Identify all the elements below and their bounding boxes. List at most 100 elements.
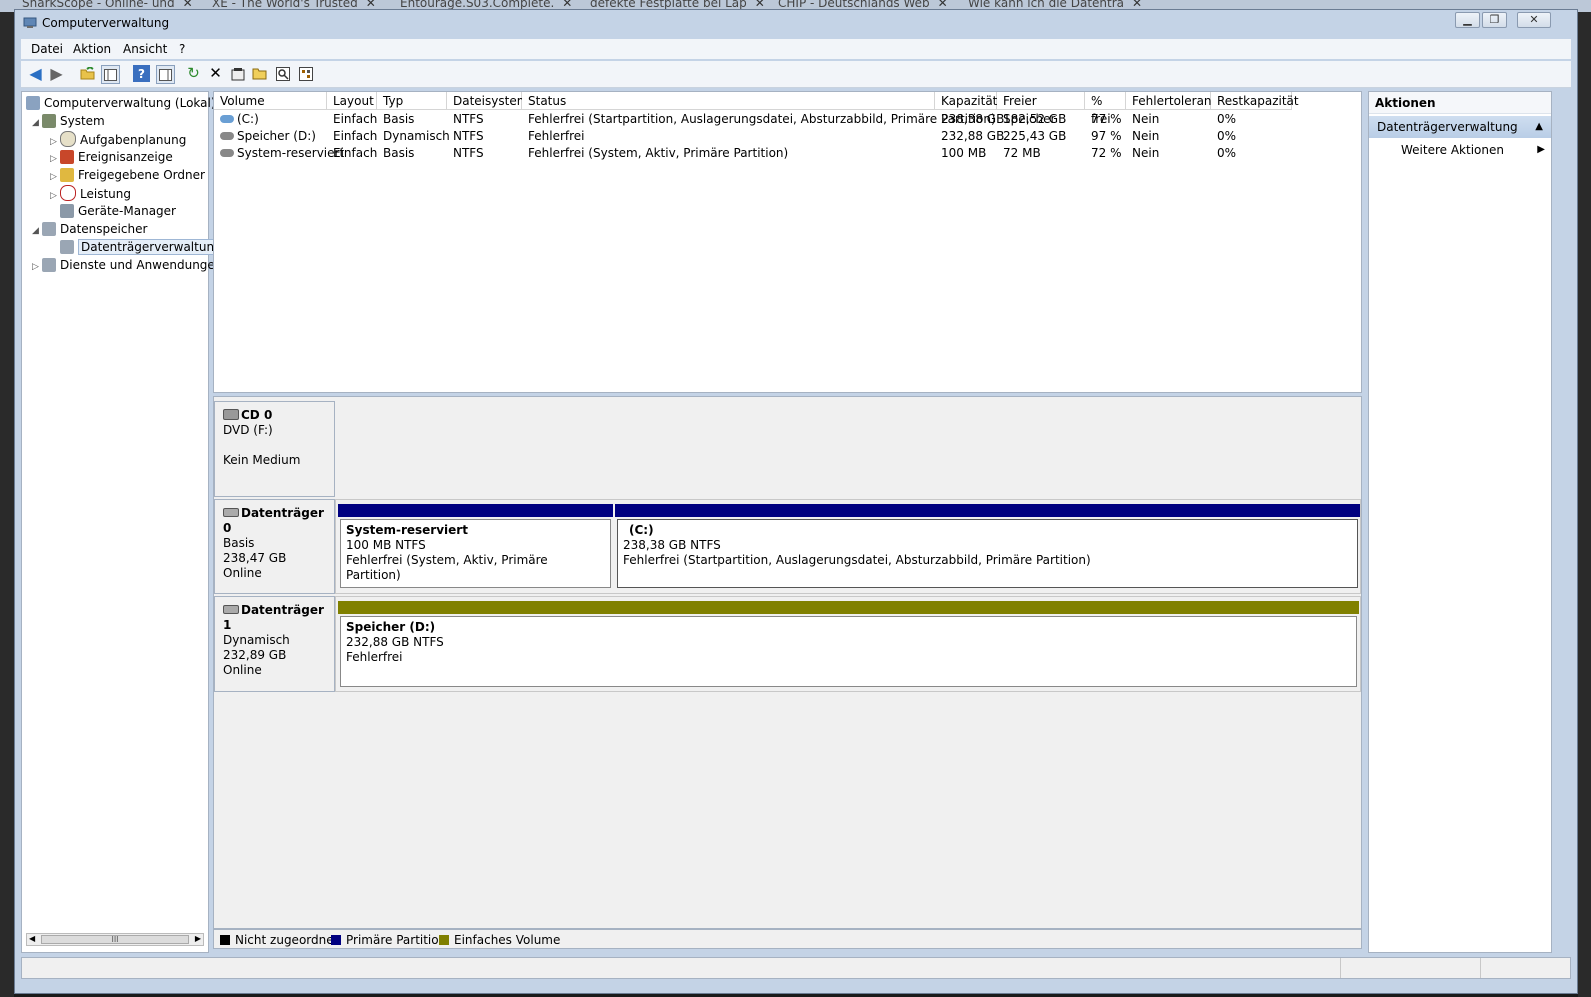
partition-title: System-reserviert xyxy=(346,523,468,537)
column-header-typ[interactable]: Typ xyxy=(377,92,447,110)
tree-item-root[interactable]: Computerverwaltung (Lokal) xyxy=(26,95,216,111)
close-button[interactable]: ✕ xyxy=(1517,12,1551,28)
column-header-status[interactable]: Status xyxy=(522,92,935,110)
table-cell: 72 MB xyxy=(1003,146,1041,160)
show-hide-tree-icon[interactable] xyxy=(101,65,120,84)
actions-section-label: Datenträgerverwaltung xyxy=(1377,120,1518,134)
disk-label-cd0[interactable]: CD 0 DVD (F:) Kein Medium xyxy=(214,401,335,497)
search-icon[interactable] xyxy=(274,65,291,82)
volume-icon xyxy=(220,115,234,123)
partition-title: Speicher (D:) xyxy=(346,620,436,634)
collapse-icon[interactable]: ◢ xyxy=(32,223,42,239)
menu-ansicht[interactable]: Ansicht xyxy=(123,42,167,56)
scrollbar-thumb[interactable]: III xyxy=(41,935,189,944)
show-hide-action-pane-icon[interactable] xyxy=(156,65,175,84)
restore-button[interactable]: ❐ xyxy=(1482,12,1507,28)
tree-item-dienste[interactable]: ▷ Dienste und Anwendungen xyxy=(32,257,222,273)
disk-kind: Dynamisch xyxy=(223,633,290,647)
partition-c[interactable]: (C:) 238,38 GB NTFS Fehlerfrei (Startpar… xyxy=(615,504,1360,590)
tree-item-freigegebene-ordner[interactable]: ▷ Freigegebene Ordner xyxy=(50,167,205,183)
submenu-arrow-icon[interactable]: ▶ xyxy=(1537,141,1545,159)
menu-help[interactable]: ? xyxy=(179,42,185,56)
cd-drive-icon xyxy=(223,409,239,420)
minimize-button[interactable]: ▁ xyxy=(1455,12,1480,28)
expand-icon[interactable]: ▷ xyxy=(50,188,60,204)
scroll-left-icon[interactable]: ◀ xyxy=(29,934,35,943)
table-cell: Basis xyxy=(383,112,415,126)
tree-item-geraete-manager[interactable]: Geräte-Manager xyxy=(50,203,176,219)
settings-icon[interactable] xyxy=(297,65,314,82)
table-cell: NTFS xyxy=(453,112,484,126)
column-header-layout[interactable]: Layout xyxy=(327,92,377,110)
partition-state: Fehlerfrei (System, Aktiv, Primäre Parti… xyxy=(346,553,548,582)
collapse-icon[interactable]: ◢ xyxy=(32,115,42,131)
disk-type: DVD (F:) xyxy=(223,423,273,437)
table-cell: 77 % xyxy=(1091,112,1122,126)
refresh-icon[interactable]: ↻ xyxy=(185,65,202,82)
tree-item-label: Leistung xyxy=(80,187,131,201)
column-header-restkapazitaet[interactable]: Restkapazität xyxy=(1211,92,1299,110)
collapse-up-icon[interactable]: ▲ xyxy=(1535,116,1543,138)
table-cell: NTFS xyxy=(453,146,484,160)
tree-item-system[interactable]: ◢ System xyxy=(32,113,105,129)
up-folder-icon[interactable] xyxy=(79,65,96,82)
tree-item-aufgabenplanung[interactable]: ▷ Aufgabenplanung xyxy=(50,131,186,147)
tree-item-label: Ereignisanzeige xyxy=(78,150,173,164)
services-icon xyxy=(42,258,56,272)
forward-icon[interactable]: ▶ xyxy=(48,65,65,82)
table-cell: 182,52 GB xyxy=(1003,112,1067,126)
tree-horizontal-scrollbar[interactable]: ◀ III ▶ xyxy=(26,933,204,946)
tree-item-datentraegerverwaltung[interactable]: Datenträgerverwaltung xyxy=(50,239,225,255)
help-icon[interactable]: ? xyxy=(133,65,150,82)
scroll-right-icon[interactable]: ▶ xyxy=(195,934,201,943)
legend-label: Einfaches Volume xyxy=(454,933,561,947)
partition-size: 238,38 GB NTFS xyxy=(623,538,721,552)
partition-system-reserved[interactable]: System-reserviert 100 MB NTFS Fehlerfrei… xyxy=(338,504,613,590)
legend-swatch xyxy=(220,935,230,945)
disk-status: Kein Medium xyxy=(223,453,301,467)
disk-label-disk0[interactable]: Datenträger 0 Basis 238,47 GB Online xyxy=(214,499,335,594)
disk-management-icon xyxy=(60,240,74,254)
table-cell: Dynamisch xyxy=(383,129,450,143)
weitere-aktionen-item[interactable]: Weitere Aktionen xyxy=(1401,141,1504,159)
column-header-dateisystem[interactable]: Dateisystem xyxy=(447,92,528,110)
open-icon[interactable] xyxy=(251,65,268,82)
legend-item-simple: Einfaches Volume xyxy=(439,933,560,947)
tree-item-leistung[interactable]: ▷ Leistung xyxy=(50,185,131,201)
table-cell: 72 % xyxy=(1091,146,1122,160)
menu-aktion[interactable]: Aktion xyxy=(73,42,111,56)
column-header-freier-speicher[interactable]: Freier Speicher xyxy=(997,92,1085,126)
expand-icon[interactable]: ▷ xyxy=(50,151,60,167)
tree-item-label: Datenträgerverwaltung xyxy=(78,239,225,255)
partition-state: Fehlerfrei (Startpartition, Auslagerungs… xyxy=(623,553,1091,567)
menu-datei[interactable]: Datei xyxy=(31,42,63,56)
title-bar[interactable]: Computerverwaltung ▁ ❐ ✕ xyxy=(15,10,1577,37)
tree-item-ereignisanzeige[interactable]: ▷ Ereignisanzeige xyxy=(50,149,173,165)
device-manager-icon xyxy=(60,204,74,218)
table-row[interactable]: (C:) Einfach Basis NTFS Fehlerfrei (Star… xyxy=(214,111,1361,128)
delete-icon[interactable]: ✕ xyxy=(207,65,224,82)
column-header-prozent-frei[interactable]: % frei xyxy=(1085,92,1126,126)
back-icon[interactable]: ◀ xyxy=(27,65,44,82)
table-row[interactable]: Speicher (D:) Einfach Dynamisch NTFS Feh… xyxy=(214,128,1361,145)
column-header-volume[interactable]: Volume xyxy=(214,92,327,110)
partition-d[interactable]: Speicher (D:) 232,88 GB NTFS Fehlerfrei xyxy=(338,601,1359,689)
expand-icon[interactable]: ▷ xyxy=(50,169,60,185)
expand-icon[interactable]: ▷ xyxy=(32,259,42,275)
tree-item-datenspeicher[interactable]: ◢ Datenspeicher xyxy=(32,221,147,237)
column-header-fehlertoleranz[interactable]: Fehlertoleranz xyxy=(1126,92,1218,110)
volume-icon xyxy=(220,149,234,157)
expand-icon[interactable]: ▷ xyxy=(50,134,60,150)
disk-label-disk1[interactable]: Datenträger 1 Dynamisch 232,89 GB Online xyxy=(214,596,335,692)
volume-list: Volume Layout Typ Dateisystem Status Kap… xyxy=(213,91,1362,393)
table-cell: Nein xyxy=(1132,146,1160,160)
column-header-kapazitaet[interactable]: Kapazität xyxy=(935,92,997,110)
properties-icon[interactable] xyxy=(229,65,246,82)
hard-disk-icon xyxy=(223,508,239,517)
actions-section-datentraegerverwaltung[interactable]: Datenträgerverwaltung ▲ xyxy=(1369,116,1551,138)
disk-kind: Basis xyxy=(223,536,255,550)
table-row[interactable]: System-reserviert Einfach Basis NTFS Feh… xyxy=(214,145,1361,162)
table-cell: Fehlerfrei (Startpartition, Auslagerungs… xyxy=(528,112,996,126)
table-cell: 238,38 GB xyxy=(941,112,1005,126)
tree-item-label: Freigegebene Ordner xyxy=(78,168,205,182)
